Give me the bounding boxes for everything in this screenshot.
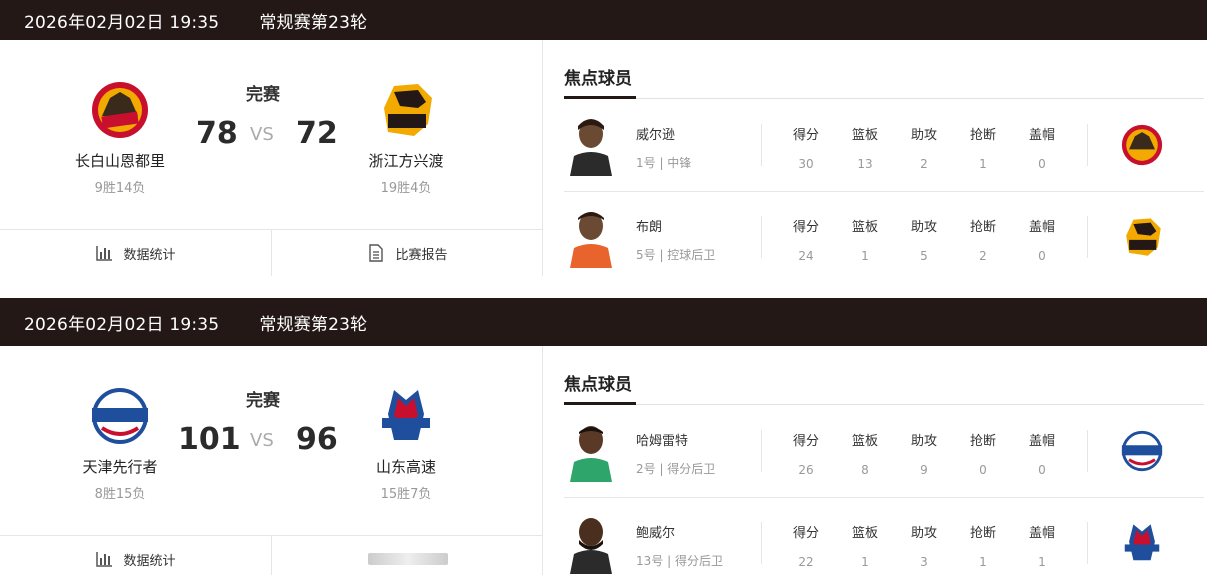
focus-players-panel: 焦点球员 威尔逊 1号 | 中锋 得分 30 篮板 13 助攻 2 抢断 1 盖帽 0 [543, 40, 1207, 276]
player-avatar [570, 420, 612, 482]
report-button[interactable] [271, 536, 543, 575]
game-card-2: 2026年02月02日 19:35 常规赛第23轮 天津先行者 8胜15负 完赛… [0, 298, 1207, 575]
focus-players-title: 焦点球员 [564, 69, 632, 89]
stat-assists: 助攻 9 [910, 434, 937, 477]
document-icon [367, 244, 385, 262]
home-team-name: 天津先行者 [82, 458, 158, 476]
player-avatar [570, 206, 612, 268]
stat-assists: 助攻 5 [910, 220, 937, 263]
player-row[interactable]: 鲍威尔 13号 | 得分后卫 得分 22 篮板 1 助攻 3 抢断 1 盖帽 1 [564, 498, 1204, 575]
stat-blocks: 盖帽 0 [1028, 434, 1055, 477]
stat-points: 得分 26 [792, 434, 819, 477]
report-button[interactable]: 比赛报告 [271, 230, 543, 276]
stat-steals: 抢断 2 [969, 220, 996, 263]
game-status: 完赛 [246, 85, 280, 105]
home-team[interactable]: 天津先行者 8胜15负 [40, 384, 200, 502]
game-header: 2026年02月02日 19:35 常规赛第23轮 [0, 298, 1207, 346]
stat-steals: 抢断 1 [969, 526, 996, 569]
zhejiang-logo [1119, 214, 1165, 260]
bar-chart-icon [95, 244, 113, 262]
game-round: 常规赛第23轮 [259, 314, 368, 335]
report-button-label: 比赛报告 [395, 247, 448, 263]
stat-points: 得分 24 [792, 220, 819, 263]
away-team[interactable]: 山东高速 15胜7负 [326, 384, 486, 502]
tianjin-logo [88, 384, 152, 448]
home-team-name: 长白山恩都里 [74, 152, 165, 170]
away-team-record: 15胜7负 [380, 487, 432, 502]
player-name: 哈姆雷特 [636, 434, 689, 449]
focus-players-panel: 焦点球员 哈姆雷特 2号 | 得分后卫 得分 26 篮板 8 助攻 9 抢断 0 盖帽 0 [543, 346, 1207, 575]
stat-rebounds: 篮板 8 [851, 434, 878, 477]
player-row[interactable]: 哈姆雷特 2号 | 得分后卫 得分 26 篮板 8 助攻 9 抢断 0 盖帽 0 [564, 406, 1204, 498]
stat-steals: 抢断 1 [969, 128, 996, 171]
stats-button-label: 数据统计 [123, 247, 176, 263]
player-info: 13号 | 得分后卫 [636, 554, 723, 568]
blurred-button-label [367, 553, 448, 565]
scoreboard[interactable]: 天津先行者 8胜15负 完赛 101 VS 96 山东高速 15胜7负 数据统计 [0, 346, 543, 575]
player-info: 5号 | 控球后卫 [636, 248, 716, 262]
home-team-record: 9胜14负 [94, 181, 146, 196]
game-round: 常规赛第23轮 [259, 12, 368, 33]
stat-blocks: 盖帽 1 [1028, 526, 1055, 569]
home-team-record: 8胜15负 [94, 487, 146, 502]
player-info: 2号 | 得分后卫 [636, 462, 716, 476]
stat-assists: 助攻 2 [910, 128, 937, 171]
stat-rebounds: 篮板 13 [851, 128, 878, 171]
home-score: 78 [196, 116, 238, 151]
player-name: 威尔逊 [636, 128, 676, 143]
game-header: 2026年02月02日 19:35 常规赛第23轮 [0, 0, 1207, 40]
game-card-1: 2026年02月02日 19:35 常规赛第23轮 长白山恩都里 9胜14负 完… [0, 0, 1207, 276]
away-team[interactable]: 浙江方兴渡 19胜4负 [326, 78, 486, 196]
vs-label: VS [250, 430, 274, 451]
stats-button-label: 数据统计 [123, 553, 176, 569]
game-status: 完赛 [246, 391, 280, 411]
home-team[interactable]: 长白山恩都里 9胜14负 [40, 78, 200, 196]
player-row[interactable]: 威尔逊 1号 | 中锋 得分 30 篮板 13 助攻 2 抢断 1 盖帽 0 [564, 100, 1204, 192]
stat-points: 得分 30 [792, 128, 819, 171]
away-team-name: 浙江方兴渡 [368, 152, 444, 170]
shandong-logo [1119, 520, 1165, 566]
vs-label: VS [250, 124, 274, 145]
player-avatar [570, 114, 612, 176]
jilin-logo [88, 78, 152, 142]
tianjin-logo [1119, 428, 1165, 474]
focus-players-title: 焦点球员 [564, 375, 632, 395]
zhejiang-logo [374, 78, 438, 142]
stat-blocks: 盖帽 0 [1028, 220, 1055, 263]
stat-assists: 助攻 3 [910, 526, 937, 569]
stat-steals: 抢断 0 [969, 434, 996, 477]
game-datetime: 2026年02月02日 19:35 [24, 12, 220, 33]
home-score: 101 [178, 422, 241, 457]
away-team-name: 山东高速 [375, 458, 436, 476]
player-avatar [570, 512, 612, 574]
player-name: 鲍威尔 [636, 526, 676, 541]
stat-points: 得分 22 [792, 526, 819, 569]
stats-button[interactable]: 数据统计 [0, 536, 271, 575]
bar-chart-icon [95, 550, 113, 568]
shandong-logo [374, 384, 438, 448]
player-info: 1号 | 中锋 [636, 156, 692, 170]
stat-rebounds: 篮板 1 [851, 526, 878, 569]
stat-rebounds: 篮板 1 [851, 220, 878, 263]
stats-button[interactable]: 数据统计 [0, 230, 271, 276]
away-team-record: 19胜4负 [380, 181, 432, 196]
scoreboard[interactable]: 长白山恩都里 9胜14负 完赛 78 VS 72 浙江方兴渡 19胜4负 数据统… [0, 40, 543, 276]
stat-blocks: 盖帽 0 [1028, 128, 1055, 171]
jilin-logo [1119, 122, 1165, 168]
player-name: 布朗 [636, 220, 663, 235]
game-datetime: 2026年02月02日 19:35 [24, 314, 220, 335]
player-row[interactable]: 布朗 5号 | 控球后卫 得分 24 篮板 1 助攻 5 抢断 2 盖帽 0 [564, 192, 1204, 284]
